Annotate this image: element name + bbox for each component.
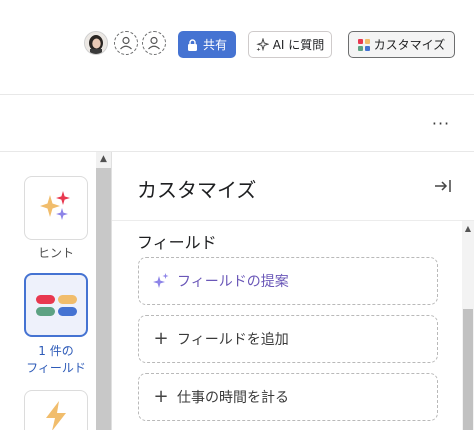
empty-avatar-icon[interactable] [114,31,138,55]
scroll-thumb[interactable] [96,168,111,430]
chip-blue [57,306,77,316]
fields-name-label: フィールド [26,361,86,375]
lock-icon [187,38,198,51]
collapse-right-icon [434,178,452,197]
chip-yellow [57,294,77,304]
sparkle-icon [256,38,269,51]
empty-avatar-icon[interactable] [142,31,166,55]
automation-tab[interactable] [24,390,88,430]
header-divider [0,94,474,95]
ask-ai-button[interactable]: AI に質問 [248,31,332,58]
fields-label: 1 件の フィールド [14,343,98,377]
scroll-up-icon[interactable]: ▲ [462,223,474,233]
fields-section-title: フィールド [137,233,217,252]
app-window: 共有 AI に質問 カスタマイズ ··· ヒント 1 件の フィールド ▲ カス… [0,0,474,430]
customize-label: カスタマイズ [373,38,446,52]
sparkles-icon [39,189,73,227]
add-field-label: フィールドを追加 [177,332,289,348]
more-icon: ··· [431,113,451,133]
suggest-fields-button[interactable]: フィールドの提案 [138,257,438,305]
plus-icon: + [153,386,169,407]
fields-count-label: 1 件の [38,344,74,358]
rail-scrollbar[interactable]: ▲ [96,152,111,430]
hint-label: ヒント [37,246,74,260]
time-tracking-button[interactable]: + 仕事の時間を計る [138,373,438,421]
chip-green [35,306,55,316]
grid-icon [357,38,370,51]
fields-chips-icon [35,294,77,316]
sparkle-icon [153,273,169,289]
avatar[interactable] [84,31,108,55]
top-header: 共有 AI に質問 カスタマイズ [0,0,474,90]
time-tracking-label: 仕事の時間を計る [177,390,289,406]
hint-tab[interactable] [24,176,88,240]
suggest-fields-label: フィールドの提案 [177,274,289,290]
customize-button[interactable]: カスタマイズ [348,31,455,58]
fields-tab[interactable] [24,273,88,337]
share-button[interactable]: 共有 [178,31,236,58]
customize-panel: カスタマイズ フィールド フィールドの提案 + フィールドを追加 + 仕事の時間… [112,152,474,430]
plus-icon: + [153,328,169,349]
lightning-icon [42,401,70,430]
panel-scrollbar[interactable]: ▲ [462,221,474,430]
panel-title: カスタマイズ [137,178,257,202]
add-field-button[interactable]: + フィールドを追加 [138,315,438,363]
scroll-thumb[interactable] [463,309,473,430]
more-options-button[interactable]: ··· [428,112,454,134]
ask-ai-label: AI に質問 [272,38,325,52]
scroll-up-icon[interactable]: ▲ [96,152,111,166]
chip-red [35,294,55,304]
share-label: 共有 [202,38,227,52]
panel-divider [112,220,474,221]
collapse-panel-button[interactable] [431,176,455,198]
